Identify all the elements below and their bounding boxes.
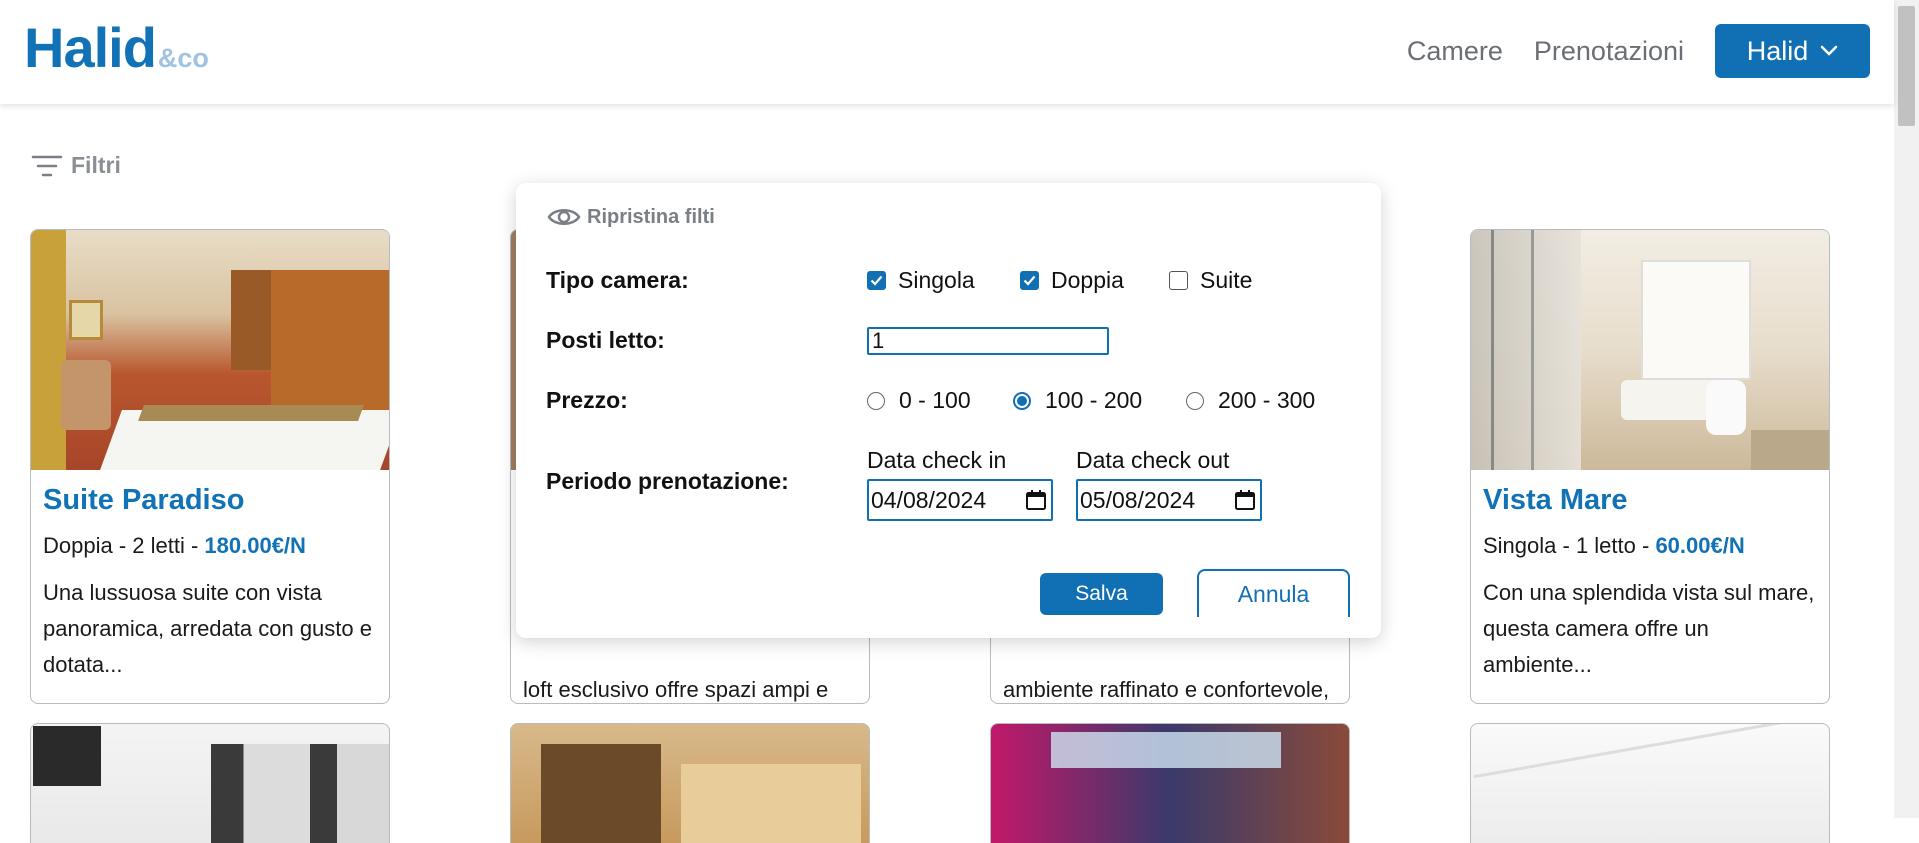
room-description: loft esclusivo offre spazi ampi e una...	[523, 677, 829, 702]
eye-icon	[547, 209, 581, 225]
room-card[interactable]: Suite Paradiso Doppia - 2 letti - 180.00…	[30, 229, 390, 704]
room-meta: Doppia - 2 letti - 180.00€/N	[43, 533, 377, 559]
checkout-date-input[interactable]: 05/08/2024	[1076, 479, 1262, 521]
filter-icon	[31, 155, 63, 176]
checkbox-suite[interactable]	[1169, 271, 1188, 290]
radio-200-300-label: 200 - 300	[1218, 387, 1316, 413]
main-nav: Camere Prenotazioni Halid	[1407, 24, 1870, 78]
room-card[interactable]	[510, 723, 870, 843]
room-description: Con una splendida vista sul mare, questa…	[1483, 580, 1815, 677]
price-label: Prezzo:	[546, 387, 628, 413]
period-label: Periodo prenotazione:	[546, 468, 789, 494]
check-icon	[870, 275, 883, 286]
room-type-suite[interactable]: Suite	[1169, 267, 1252, 294]
top-header: Halid &co Camere Prenotazioni Halid	[0, 0, 1894, 104]
checkin-label: Data check in	[867, 447, 1007, 473]
chevron-down-icon	[1821, 45, 1838, 56]
radio-100-200-label: 100 - 200	[1045, 387, 1143, 413]
room-title[interactable]: Suite Paradiso	[43, 484, 377, 517]
user-menu-label: Halid	[1746, 35, 1809, 66]
price-option-0-100[interactable]: 0 - 100	[867, 387, 971, 414]
nav-camere[interactable]: Camere	[1407, 36, 1503, 67]
room-type-doppia[interactable]: Doppia	[1020, 267, 1124, 294]
checkbox-singola[interactable]	[867, 271, 886, 290]
radio-200-300[interactable]	[1186, 391, 1204, 410]
room-type-label: Tipo camera:	[546, 267, 689, 293]
calendar-icon[interactable]	[1234, 489, 1256, 511]
calendar-icon[interactable]	[1025, 489, 1047, 511]
checkin-date-value: 04/08/2024	[871, 486, 987, 513]
room-description: Una lussuosa suite con vista panoramica,…	[43, 580, 372, 677]
reset-filters-button[interactable]: Ripristina filti	[547, 205, 715, 229]
scrollbar-thumb[interactable]	[1898, 6, 1915, 126]
room-photo	[31, 230, 389, 470]
room-type-singola[interactable]: Singola	[867, 267, 975, 294]
page-scrollbar[interactable]	[1894, 0, 1919, 818]
beds-input[interactable]: 1	[867, 327, 1109, 355]
radio-0-100-label: 0 - 100	[899, 387, 971, 413]
checkbox-doppia[interactable]	[1020, 271, 1039, 290]
user-menu-button[interactable]: Halid	[1715, 24, 1870, 78]
room-meta: Singola - 1 letto - 60.00€/N	[1483, 533, 1817, 559]
room-card-body: Vista Mare Singola - 1 letto - 60.00€/N …	[1471, 470, 1829, 683]
filters-modal: Ripristina filti Tipo camera: Singola Do…	[516, 183, 1381, 638]
checkout-label: Data check out	[1076, 447, 1230, 473]
nav-prenotazioni[interactable]: Prenotazioni	[1534, 36, 1684, 67]
room-price: 180.00€/N	[204, 533, 306, 558]
room-type-beds: Singola - 1 letto -	[1483, 533, 1656, 558]
room-card[interactable]: Vista Mare Singola - 1 letto - 60.00€/N …	[1470, 229, 1830, 704]
beds-label: Posti letto:	[546, 327, 665, 353]
room-card[interactable]	[1470, 723, 1830, 843]
filters-toggle[interactable]: Filtri	[31, 152, 121, 179]
filters-label: Filtri	[71, 152, 121, 178]
room-card[interactable]	[990, 723, 1350, 843]
room-card-body: Suite Paradiso Doppia - 2 letti - 180.00…	[31, 470, 389, 683]
room-photo	[1471, 230, 1829, 470]
room-description: ambiente raffinato e confortevole, con d…	[1003, 677, 1330, 702]
radio-0-100[interactable]	[867, 391, 885, 410]
room-title[interactable]: Vista Mare	[1483, 484, 1817, 517]
room-price: 60.00€/N	[1655, 533, 1745, 558]
checkbox-singola-label: Singola	[898, 267, 975, 293]
checkout-date-value: 05/08/2024	[1080, 486, 1196, 513]
checkbox-suite-label: Suite	[1200, 267, 1253, 293]
cancel-button[interactable]: Annula	[1197, 569, 1350, 617]
check-icon	[1023, 275, 1036, 286]
save-button[interactable]: Salva	[1040, 573, 1163, 615]
logo-sub-text: &co	[157, 43, 209, 73]
checkin-date-input[interactable]: 04/08/2024	[867, 479, 1053, 521]
logo[interactable]: Halid &co	[24, 20, 209, 76]
radio-100-200[interactable]	[1013, 391, 1031, 410]
logo-main-text: Halid	[24, 16, 157, 79]
room-type-beds: Doppia - 2 letti -	[43, 533, 205, 558]
price-option-200-300[interactable]: 200 - 300	[1186, 387, 1315, 414]
checkbox-doppia-label: Doppia	[1051, 267, 1124, 293]
room-card[interactable]	[30, 723, 390, 843]
reset-filters-label: Ripristina filti	[587, 205, 715, 228]
price-option-100-200[interactable]: 100 - 200	[1013, 387, 1142, 414]
